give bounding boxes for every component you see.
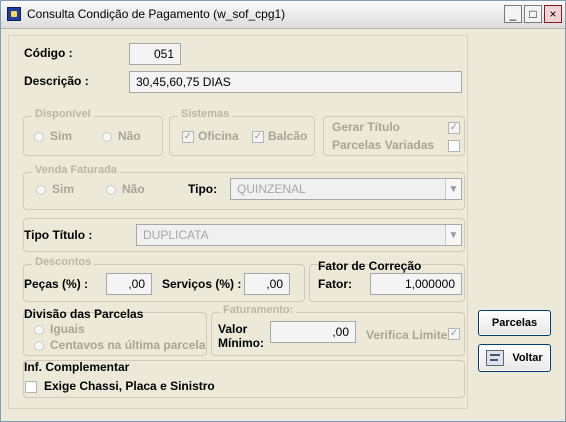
close-icon: × [549,7,557,21]
chevron-down-icon: ▼ [445,179,461,199]
iguais-label: Iguais [50,322,85,336]
venda-nao-radio[interactable] [106,185,116,195]
divisao-group: Divisão das Parcelas Iguais Centavos na … [23,307,207,356]
codigo-field[interactable]: 051 [129,43,181,65]
back-icon [486,350,505,366]
codigo-label: Código : [24,46,73,60]
descontos-title: Descontos [32,256,95,268]
disponivel-nao-radio[interactable] [102,132,112,142]
valor-label-line2: Mínimo: [218,336,264,350]
balcao-label: Balcão [268,129,308,143]
options-group: Gerar Título ✓ Parcelas Variadas [323,116,465,156]
window-title: Consulta Condição de Pagamento (w_sof_cp… [27,7,286,21]
valor-label-line1: Valor [218,322,248,336]
pecas-field[interactable]: ,00 [106,273,152,295]
tipo-value: QUINZENAL [237,182,306,196]
descricao-label: Descrição : [24,74,89,88]
inf-complementar-title: Inf. Complementar [24,360,130,374]
descricao-field[interactable]: 30,45,60,75 DIAS [129,71,462,93]
tipo-select[interactable]: QUINZENAL ▼ [230,178,462,200]
fator-title: Fator de Correção [318,259,422,273]
minimize-button[interactable]: _ [504,5,522,23]
parcelas-button[interactable]: Parcelas [478,310,551,336]
sistemas-title: Sistemas [178,108,233,120]
exige-label: Exige Chassi, Placa e Sinistro [44,379,215,393]
voltar-button[interactable]: Voltar [478,344,551,372]
faturamento-group: Faturamento: Valor Mínimo: ,00 Verifica … [211,304,465,356]
tipo-titulo-select[interactable]: DUPLICATA ▼ [136,224,462,246]
disponivel-group: Disponível Sim Não [23,108,163,156]
servicos-field[interactable]: ,00 [244,273,290,295]
descontos-group: Descontos Peças (%) : ,00 Serviços (%) :… [23,256,305,302]
servicos-label: Serviços (%) : [162,277,242,291]
window: Consulta Condição de Pagamento (w_sof_cp… [0,0,566,422]
venda-sim-radio[interactable] [36,185,46,195]
chevron-down-icon: ▼ [445,225,461,245]
oficina-checkbox[interactable]: ✓ [182,131,194,143]
close-button[interactable]: × [544,5,562,23]
oficina-label: Oficina [198,129,239,143]
centavos-radio[interactable] [34,341,44,351]
disponivel-sim-radio[interactable] [34,132,44,142]
centavos-label: Centavos na última parcela [50,338,206,352]
exige-checkbox[interactable] [25,381,37,393]
parcelas-variadas-checkbox[interactable] [448,140,460,152]
parcelas-variadas-label: Parcelas Variadas [332,138,435,152]
venda-sim-label: Sim [52,182,75,196]
venda-faturada-group: Venda Faturada Sim Não Tipo: QUINZENAL ▼ [23,164,465,210]
tipo-titulo-value: DUPLICATA [143,228,209,242]
valor-minimo-field[interactable]: ,00 [270,321,356,343]
fator-field[interactable]: 1,000000 [370,273,462,295]
faturamento-title: Faturamento: [220,304,297,316]
parcelas-button-label: Parcelas [491,317,538,329]
gerar-titulo-label: Gerar Título [332,120,401,134]
balcao-checkbox[interactable]: ✓ [252,131,264,143]
form-panel: Código : 051 Descrição : 30,45,60,75 DIA… [8,35,468,409]
gerar-titulo-checkbox[interactable]: ✓ [448,122,460,134]
fator-group: Fator de Correção Fator: 1,000000 [309,259,465,302]
maximize-icon: □ [529,7,537,21]
title-bar: Consulta Condição de Pagamento (w_sof_cp… [1,1,565,29]
verifica-limite-checkbox[interactable]: ✓ [448,328,460,340]
app-icon [7,7,21,21]
tipo-titulo-label: Tipo Título : [24,228,93,242]
disponivel-title: Disponível [32,108,94,120]
inf-complementar-group: Inf. Complementar Exige Chassi, Placa e … [23,360,465,398]
pecas-label: Peças (%) : [24,277,89,291]
sistemas-group: Sistemas ✓ Oficina ✓ Balcão [169,108,315,156]
disponivel-sim-label: Sim [50,129,73,143]
tipo-titulo-group: Tipo Título : DUPLICATA ▼ [23,218,465,252]
divisao-title: Divisão das Parcelas [24,307,144,321]
verifica-limite-label: Verifica Limite [366,328,448,342]
disponivel-nao-label: Não [118,129,141,143]
maximize-button[interactable]: □ [524,5,542,23]
venda-nao-label: Não [122,182,145,196]
voltar-button-label: Voltar [512,352,543,364]
fator-label: Fator: [318,277,352,291]
venda-faturada-title: Venda Faturada [32,164,120,176]
tipo-label: Tipo: [188,182,218,196]
iguais-radio[interactable] [34,325,44,335]
minimize-icon: _ [509,7,517,21]
